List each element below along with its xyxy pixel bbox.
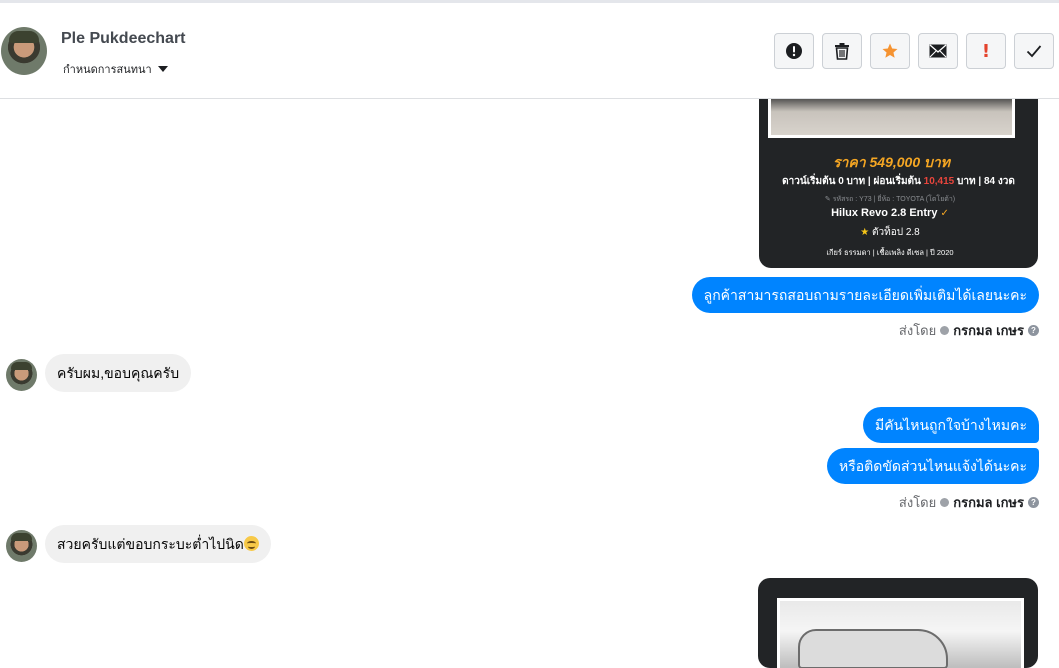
assign-label: กำหนดการสนทนา bbox=[63, 64, 152, 76]
envelope-icon bbox=[929, 44, 947, 58]
sent-by-agent[interactable]: กรกมล เกษร bbox=[953, 320, 1024, 341]
incoming-message-text: สวยครับแต่ขอบกระบะต่ำไปนิด bbox=[57, 536, 244, 552]
star-icon bbox=[882, 43, 898, 58]
sent-by-label: ส่งโดย bbox=[898, 323, 937, 338]
outgoing-message: หรือติดขัดส่วนไหนแจ้งได้นะคะ bbox=[827, 448, 1039, 484]
conversation-toolbar: ! bbox=[774, 33, 1054, 69]
delete-button[interactable] bbox=[822, 33, 862, 69]
verified-icon: ✓ bbox=[940, 208, 949, 219]
assign-conversation-dropdown[interactable]: กำหนดการสนทนา bbox=[63, 60, 168, 78]
car-price: ราคา 549,000 บาท bbox=[833, 154, 950, 170]
smile-emoji-icon bbox=[243, 536, 259, 551]
contact-avatar[interactable] bbox=[6, 530, 37, 562]
car-trim-text: ตัวท็อป 2.8 bbox=[872, 227, 920, 238]
conversation-header: Ple Pukdeechart กำหนดการสนทนา ! bbox=[0, 3, 1059, 99]
done-button[interactable] bbox=[1014, 33, 1054, 69]
contact-avatar[interactable] bbox=[6, 359, 37, 391]
incoming-message: ครับผม,ขอบคุณครับ bbox=[45, 354, 192, 392]
car-photo bbox=[768, 96, 1015, 138]
checkmark-icon bbox=[1026, 45, 1042, 58]
car-listing-card[interactable] bbox=[758, 578, 1038, 668]
sent-by: ส่งโดย กรกมล เกษร ? bbox=[899, 492, 1039, 513]
car-meta: ✎ รหัสรถ : Y73 | ยี่ห้อ : TOYOTA (โตโยต้… bbox=[759, 194, 1021, 205]
pickup-truck-image bbox=[798, 629, 948, 668]
caret-down-icon bbox=[157, 66, 168, 72]
sent-by-label: ส่งโดย bbox=[898, 495, 937, 510]
outgoing-message: มีคันไหนถูกใจบ้างไหมคะ bbox=[863, 407, 1039, 443]
star-button[interactable] bbox=[870, 33, 910, 69]
spam-button[interactable] bbox=[774, 33, 814, 69]
contact-avatar[interactable] bbox=[1, 27, 47, 75]
help-icon[interactable]: ? bbox=[1028, 497, 1039, 508]
car-financing: ดาวน์เริ่มต้น 0 บาท | ผ่อนเริ่มต้น 10,41… bbox=[759, 174, 1038, 189]
sent-by: ส่งโดย กรกมล เกษร ? bbox=[899, 320, 1039, 341]
incoming-message: สวยครับแต่ขอบกระบะต่ำไปนิด bbox=[45, 525, 271, 563]
car-model: Hilux Revo 2.8 Entry ✓ bbox=[759, 207, 1021, 219]
help-icon[interactable]: ? bbox=[1028, 325, 1039, 336]
agent-status-icon bbox=[940, 498, 950, 507]
star-icon: ★ bbox=[860, 227, 870, 238]
important-button[interactable]: ! bbox=[966, 33, 1006, 69]
contact-name[interactable]: Ple Pukdeechart bbox=[61, 30, 186, 48]
financing-suffix: บาท | 84 งวด bbox=[957, 176, 1015, 187]
outgoing-message: ลูกค้าสามารถสอบถามรายละเอียดเพิ่มเติมได้… bbox=[691, 277, 1039, 313]
tag-icon: ✎ bbox=[824, 196, 831, 203]
mark-unread-button[interactable] bbox=[918, 33, 958, 69]
financing-prefix: ดาวน์เริ่มต้น 0 บาท | ผ่อนเริ่มต้น bbox=[782, 176, 921, 187]
alert-circle-icon bbox=[786, 43, 802, 59]
agent-status-icon bbox=[940, 326, 950, 335]
car-meta-text: รหัสรถ : Y73 | ยี่ห้อ : TOYOTA (โตโยต้า) bbox=[832, 196, 956, 203]
car-model-text: Hilux Revo 2.8 Entry bbox=[831, 207, 938, 219]
installment-amount: 10,415 bbox=[923, 176, 955, 187]
trash-icon bbox=[835, 43, 849, 60]
car-trim: ★ ตัวท็อป 2.8 bbox=[759, 225, 1021, 240]
sent-by-agent[interactable]: กรกมล เกษร bbox=[953, 492, 1024, 513]
car-specs: เกียร์ ธรรมดา | เชื้อเพลิง ดีเซล | ปี 20… bbox=[826, 248, 954, 257]
exclamation-icon: ! bbox=[981, 40, 991, 62]
